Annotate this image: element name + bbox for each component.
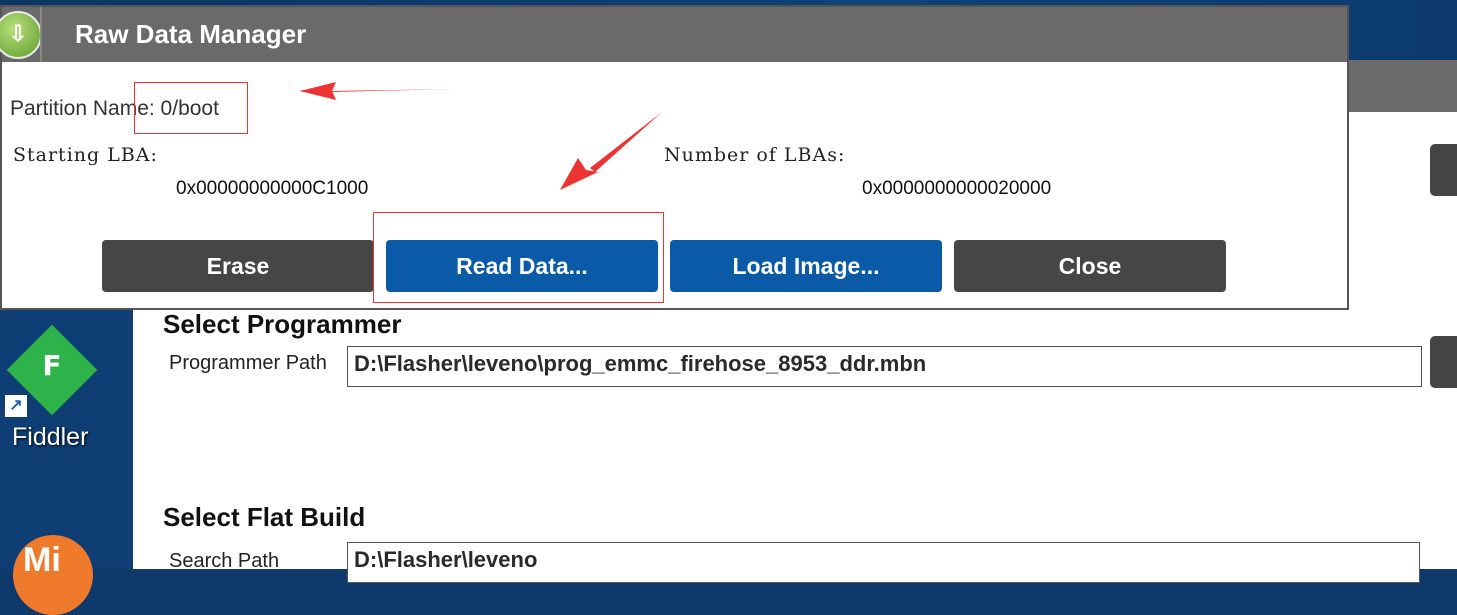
download-app-icon: ⇩	[0, 11, 42, 59]
titlebar-separator	[40, 7, 42, 62]
mi-icon-text: Mi	[23, 541, 61, 579]
mi-desktop-icon[interactable]: Mi	[13, 535, 93, 615]
load-image-button[interactable]: Load Image...	[670, 240, 942, 292]
select-flat-build-heading: Select Flat Build	[163, 502, 366, 532]
erase-button[interactable]: Erase	[102, 240, 374, 292]
dialog-title: Raw Data Manager	[75, 19, 307, 49]
search-path-field[interactable]: D:\Flasher\leveno	[347, 542, 1420, 583]
search-path-label: Search Path	[169, 550, 280, 572]
read-data-highlight-box	[373, 212, 664, 303]
raw-data-manager-dialog: ⇩ Raw Data Manager Partition Name: 0/boo…	[0, 5, 1349, 310]
shortcut-arrow-icon: ↗	[5, 395, 27, 417]
starting-lba-label: Starting LBA:	[13, 144, 158, 166]
download-arrow-icon: ⇩	[8, 21, 28, 46]
fiddler-logo-letter: F	[42, 349, 62, 382]
starting-lba-value: 0x00000000000C1000	[176, 178, 369, 199]
programmer-path-label: Programmer Path	[169, 352, 327, 374]
close-button[interactable]: Close	[954, 240, 1226, 292]
fiddler-desktop-label[interactable]: Fiddler	[12, 423, 88, 452]
dialog-titlebar[interactable]: ⇩ Raw Data Manager	[0, 7, 1347, 62]
background-browse-button-top[interactable]	[1430, 144, 1457, 196]
programmer-browse-button[interactable]	[1430, 336, 1457, 388]
number-of-lbas-value: 0x0000000000020000	[862, 178, 1052, 199]
number-of-lbas-label: Number of LBAs:	[664, 144, 846, 166]
programmer-path-field[interactable]: D:\Flasher\leveno\prog_emmc_firehose_895…	[347, 346, 1422, 387]
select-programmer-heading: Select Programmer	[163, 309, 402, 339]
partition-highlight-box	[134, 82, 248, 134]
